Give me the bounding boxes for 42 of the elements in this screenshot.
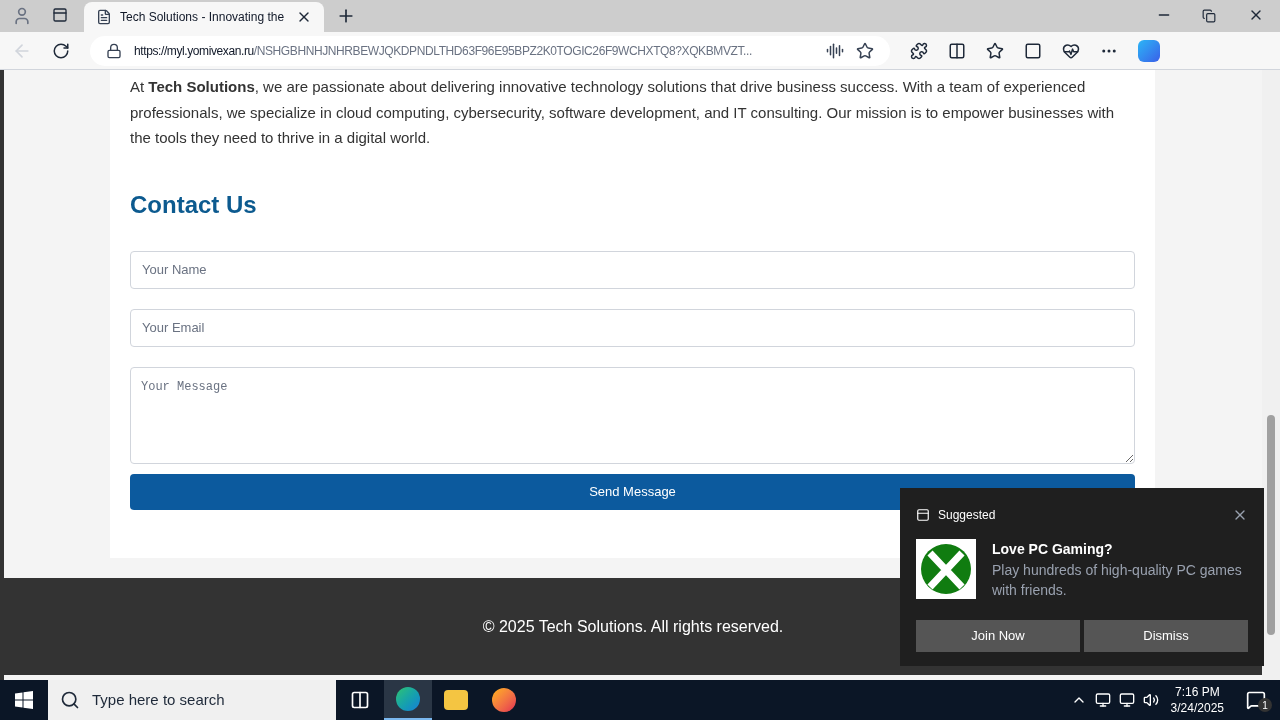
browser-tab[interactable]: Tech Solutions - Innovating the [84,2,324,32]
taskbar-search-field[interactable]: Type here to search [48,680,336,720]
tab-title: Tech Solutions - Innovating the [120,9,286,26]
suggested-icon [916,508,930,522]
network-icon[interactable] [1118,692,1135,708]
url-text: https://myl.yomivexan.ru/NSHGBHNHJNHRBEWJQKDPNDLTHD63F96E95BPZ2K0TOGIC26F9WCHXTQ8?XQKBMVZT... [134,42,753,60]
split-screen-icon[interactable] [948,41,966,60]
copilot-icon[interactable] [1138,39,1160,62]
volume-icon[interactable] [1142,692,1159,708]
notification-body: Play hundreds of high-quality PC games with friends. [992,561,1243,600]
page-icon [96,9,112,25]
notification-header: Suggested [938,507,996,524]
intro-paragraph: At Tech Solutions, we are passionate about delivering innovative technology solutions that drive business success. With a team of experienced professionals, we specialize in cloud computing, cybersecurity, software development, and IT consulting. Our mission is to empower businesses with the tools they need to thrive in a digital world. [130,77,1116,148]
app-logo-icon [916,539,976,599]
message-field[interactable]: Your Message [130,366,1135,464]
text-field[interactable]: Your Name [130,250,1135,289]
notification-title: Love PC Gaming? [992,540,1114,559]
scrollbar[interactable] [1262,70,1280,680]
notification-button[interactable]: Dismiss [1084,620,1248,652]
extensions-icon[interactable] [910,41,928,60]
lock-icon [106,42,122,59]
favorites-icon[interactable] [986,41,1004,60]
footer-text: © 2025 Tech Solutions. All rights reserved. [482,616,784,637]
profile-icon[interactable] [12,6,32,26]
date-text: 3/24/2025 [1170,700,1224,716]
text-field[interactable]: Your Email [130,308,1135,347]
favorite-icon[interactable] [856,41,874,60]
restore-icon[interactable] [1202,9,1216,23]
address-bar[interactable]: https://myl.yomivexan.ru/NSHGBHNHJNHRBEWJQKDPNDLTHD63F96E95BPZ2K0TOGIC26F9WCHXTQ8?XQKBMVZT... [90,35,890,66]
search-placeholder: Type here to search [92,689,225,710]
clock[interactable]: 7:16 PM 3/24/2025 [1170,684,1224,716]
tab-actions-icon[interactable] [52,7,68,23]
refresh-icon[interactable] [52,41,70,60]
time-text: 7:16 PM [1174,684,1220,700]
read-aloud-icon[interactable] [826,41,844,60]
task-view-icon[interactable] [350,690,370,710]
start-icon[interactable] [15,691,33,709]
notification-count: 1 [1258,698,1272,712]
notification-button[interactable]: Join Now [916,620,1080,652]
health-icon[interactable] [1062,41,1080,60]
contact-heading: Contact Us [130,189,258,220]
search-icon [60,690,80,710]
